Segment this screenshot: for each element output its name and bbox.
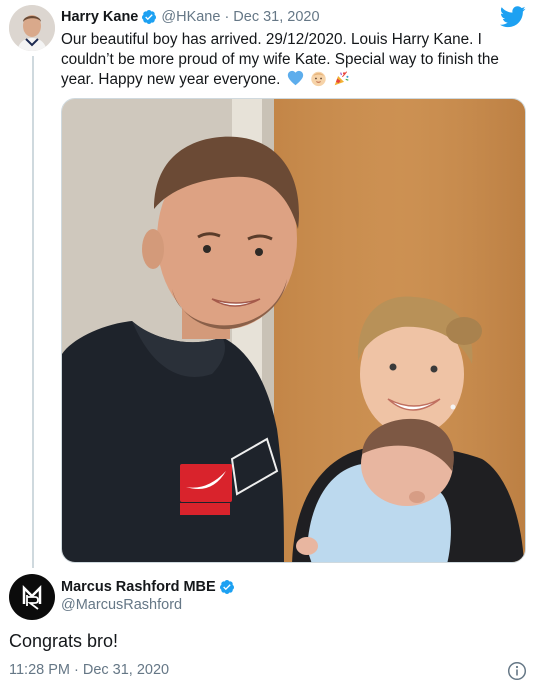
reply-author-name[interactable]: Marcus Rashford MBE: [61, 579, 216, 595]
tweet-header: Harry Kane @HKane · Dec 31, 2020: [61, 8, 320, 26]
tweet-date[interactable]: Dec 31, 2020: [233, 8, 319, 26]
verified-badge-icon: [219, 580, 234, 594]
header-separator: ·: [224, 9, 230, 25]
reply-author-handle[interactable]: @MarcusRashford: [61, 597, 182, 613]
verified-badge-icon: [142, 10, 157, 24]
tweet-photo[interactable]: [61, 98, 526, 563]
twitter-bird-icon[interactable]: [500, 6, 526, 28]
emoji-group: [285, 70, 351, 88]
reply-author-row: Marcus Rashford MBE: [61, 579, 239, 595]
mr-logo-icon: [22, 584, 42, 610]
author-handle[interactable]: @HKane: [161, 8, 220, 26]
reply-text: Congrats bro!: [9, 631, 119, 651]
meta-separator: ·: [74, 662, 79, 678]
avatar-marcus-rashford[interactable]: [9, 574, 55, 620]
baby-icon: [311, 71, 326, 87]
family-photo-illustration: [62, 99, 525, 562]
info-icon[interactable]: [507, 661, 527, 681]
reply-time[interactable]: 11:28 PM: [9, 662, 70, 678]
tweet-body: Our beautiful boy has arrived. 29/12/202…: [61, 31, 499, 88]
avatar-harry-kane[interactable]: [9, 5, 55, 51]
tweet-text: Our beautiful boy has arrived. 29/12/202…: [61, 30, 526, 90]
thread-connector-line: [32, 56, 34, 568]
blue-heart-icon: [287, 70, 303, 86]
party-popper-icon: [334, 71, 349, 86]
author-name[interactable]: Harry Kane: [61, 8, 138, 26]
reply-meta: 11:28 PM · Dec 31, 2020: [9, 662, 169, 678]
reply-date[interactable]: Dec 31, 2020: [83, 662, 169, 678]
